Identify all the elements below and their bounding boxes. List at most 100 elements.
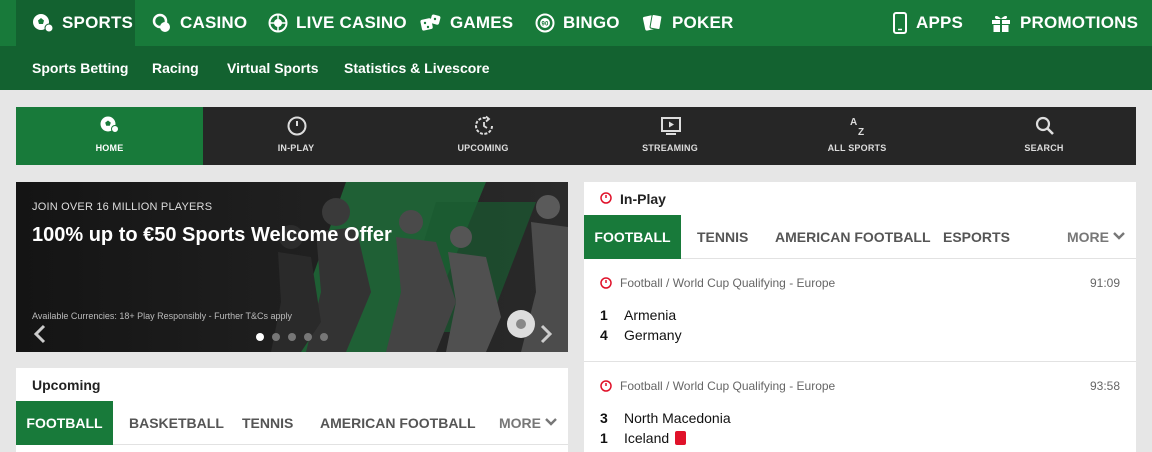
- roulette-icon: [268, 13, 288, 33]
- monitor-play-icon: [661, 117, 681, 135]
- section-nav-label: STREAMING: [642, 143, 698, 153]
- banner-dot[interactable]: [256, 333, 264, 341]
- inplay-tab-football[interactable]: FOOTBALL: [584, 215, 681, 259]
- upcoming-title: Upcoming: [32, 377, 101, 393]
- section-nav-label: UPCOMING: [457, 143, 509, 153]
- match-divider: [584, 361, 1136, 362]
- top-nav-label: CASINO: [180, 13, 248, 32]
- stopwatch-icon: [600, 192, 612, 204]
- team-score: 3: [600, 410, 608, 426]
- upcoming-tabs: FOOTBALL BASKETBALL TENNIS AMERICAN FOOT…: [16, 401, 568, 445]
- top-nav-label: LIVE CASINO: [296, 13, 407, 32]
- svg-text:A: A: [850, 117, 857, 128]
- section-nav-upcoming[interactable]: UPCOMING: [390, 107, 576, 165]
- inplay-more-button[interactable]: MORE: [1067, 215, 1125, 259]
- match-team: 1 Armenia: [600, 307, 676, 323]
- top-nav-label: SPORTS: [62, 13, 134, 32]
- banner-kicker: JOIN OVER 16 MILLION PLAYERS: [32, 201, 213, 213]
- sub-nav-racing[interactable]: Racing: [152, 46, 199, 90]
- top-nav-poker[interactable]: POKER: [642, 0, 733, 46]
- banner-terms: Available Currencies: 18+ Play Responsib…: [32, 311, 293, 321]
- section-nav-home[interactable]: HOME: [16, 107, 203, 165]
- banner-prev-button[interactable]: [30, 322, 50, 346]
- more-label: MORE: [499, 415, 541, 431]
- banner-dot[interactable]: [288, 333, 296, 341]
- top-nav-sports[interactable]: SPORTS: [16, 0, 135, 46]
- top-nav: SPORTS CASINO LIVE CASINO GAMES 90 BINGO…: [0, 0, 1152, 46]
- sub-nav-sports-betting[interactable]: Sports Betting: [32, 46, 128, 90]
- chevron-down-icon: [1113, 232, 1125, 240]
- team-name: Armenia: [624, 307, 677, 323]
- match-team: 3 North Macedonia: [600, 410, 731, 426]
- svg-text:Z: Z: [858, 127, 864, 137]
- phone-icon: [893, 12, 907, 34]
- banner-pagination: [256, 333, 336, 341]
- inplay-card: In-Play FOOTBALL TENNIS AMERICAN FOOTBAL…: [584, 182, 1136, 452]
- team-score: 1: [600, 430, 608, 446]
- search-icon: [1035, 116, 1054, 135]
- section-nav-label: ALL SPORTS: [827, 143, 887, 153]
- banner-dot[interactable]: [272, 333, 280, 341]
- section-nav-in-play[interactable]: IN-PLAY: [203, 107, 389, 165]
- upcoming-tab-tennis[interactable]: TENNIS: [242, 401, 293, 445]
- banner-next-button[interactable]: [536, 322, 556, 346]
- match-league: Football / World Cup Qualifying - Europe: [620, 379, 836, 393]
- svg-text:90: 90: [541, 22, 549, 28]
- match-row[interactable]: Football / World Cup Qualifying - Europe…: [584, 260, 1136, 361]
- gift-icon: [992, 15, 1010, 32]
- top-nav-label: PROMOTIONS: [1020, 13, 1139, 32]
- red-card-icon: [675, 431, 687, 445]
- match-row[interactable]: Football / World Cup Qualifying - Europe…: [584, 363, 1136, 452]
- banner-headline: 100% up to €50 Sports Welcome Offer: [32, 224, 392, 246]
- more-label: MORE: [1067, 229, 1109, 245]
- inplay-tab-esports[interactable]: ESPORTS: [943, 215, 1010, 259]
- sub-nav-virtual-sports[interactable]: Virtual Sports: [227, 46, 319, 90]
- inplay-tab-american-football[interactable]: AMERICAN FOOTBALL: [775, 215, 931, 259]
- top-nav-live-casino[interactable]: LIVE CASINO: [268, 0, 407, 46]
- soccer-ball-icon: [100, 116, 119, 133]
- team-name: Germany: [624, 327, 682, 343]
- section-nav-all-sports[interactable]: AZ ALL SPORTS: [764, 107, 950, 165]
- top-nav-label: APPS: [916, 13, 964, 32]
- stopwatch-icon: [600, 277, 612, 289]
- inplay-tab-tennis[interactable]: TENNIS: [697, 215, 748, 259]
- section-nav: HOME IN-PLAY UPCOMING STREAMING AZ ALL S…: [16, 107, 1136, 165]
- match-time: 93:58: [1089, 379, 1120, 393]
- refresh-clock-icon: [475, 115, 493, 135]
- chevron-right-icon: [540, 324, 553, 344]
- match-league: Football / World Cup Qualifying - Europe: [620, 276, 836, 290]
- top-nav-casino[interactable]: CASINO: [152, 0, 247, 46]
- section-nav-label: IN-PLAY: [277, 143, 315, 153]
- team-score: 4: [600, 327, 608, 343]
- chevron-left-icon: [33, 324, 46, 344]
- team-score: 1: [600, 307, 608, 323]
- top-nav-games[interactable]: GAMES: [420, 0, 513, 46]
- top-nav-bingo[interactable]: 90 BINGO: [535, 0, 620, 46]
- inplay-title: In-Play: [620, 191, 666, 207]
- team-name: Iceland: [624, 430, 670, 446]
- banner-dot[interactable]: [320, 333, 328, 341]
- top-nav-apps[interactable]: APPS: [892, 0, 963, 46]
- bingo-ball-icon: 90: [535, 13, 555, 33]
- sub-nav-statistics-livescore[interactable]: Statistics & Livescore: [344, 46, 490, 90]
- inplay-tabs: FOOTBALL TENNIS AMERICAN FOOTBALL ESPORT…: [584, 215, 1136, 259]
- a-z-icon: AZ: [850, 117, 864, 137]
- section-nav-search[interactable]: SEARCH: [951, 107, 1137, 165]
- upcoming-tab-basketball[interactable]: BASKETBALL: [129, 401, 224, 445]
- banner-dot[interactable]: [304, 333, 312, 341]
- section-nav-label: HOME: [95, 143, 124, 153]
- top-nav-promotions[interactable]: PROMOTIONS: [990, 0, 1138, 46]
- section-nav-label: SEARCH: [1024, 143, 1064, 153]
- upcoming-tab-football[interactable]: FOOTBALL: [16, 401, 113, 445]
- section-nav-streaming[interactable]: STREAMING: [577, 107, 763, 165]
- upcoming-tab-american-football[interactable]: AMERICAN FOOTBALL: [320, 401, 476, 445]
- team-name: North Macedonia: [624, 410, 731, 426]
- promo-banner[interactable]: JOIN OVER 16 MILLION PLAYERS 100% up to …: [16, 182, 568, 352]
- chevron-down-icon: [545, 418, 557, 426]
- upcoming-more-button[interactable]: MORE: [499, 401, 557, 445]
- top-nav-label: POKER: [672, 13, 734, 32]
- dice-icon: [420, 14, 441, 31]
- soccer-ball-icon: [33, 14, 54, 33]
- upcoming-card: Upcoming FOOTBALL BASKETBALL TENNIS AMER…: [16, 368, 568, 452]
- match-team: 4 Germany: [600, 327, 682, 343]
